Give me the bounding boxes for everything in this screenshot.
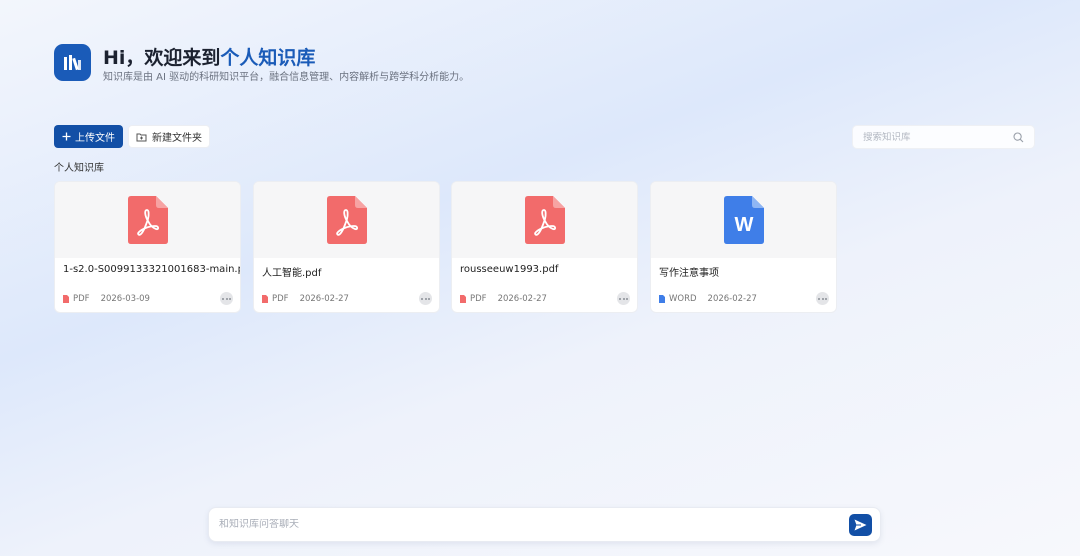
file-name: 人工智能.pdf [262, 268, 322, 279]
library-icon [63, 54, 81, 70]
page-subtitle: 知识库是由 AI 驱动的科研知识平台，融合信息管理、内容解析与跨学科分析能力。 [103, 72, 470, 83]
file-type: PDF [272, 294, 289, 304]
file-thumbnail: W [651, 182, 836, 258]
word-small-icon [659, 295, 665, 303]
section-title: 个人知识库 [54, 163, 104, 174]
file-date: 2026-02-27 [299, 294, 349, 304]
chat-box [208, 507, 881, 542]
pdf-small-icon [63, 295, 69, 303]
upload-file-button[interactable]: 上传文件 [54, 125, 123, 148]
word-icon: W [723, 196, 764, 244]
pdf-icon [326, 196, 367, 244]
file-name: 1-s2.0-S0099133321001683-main.pdf [63, 264, 241, 275]
file-type: PDF [470, 294, 487, 304]
folder-add-icon [136, 133, 147, 141]
more-options-button[interactable] [220, 292, 233, 305]
file-meta: PDF 2026-02-27 [460, 294, 547, 304]
file-thumbnail [452, 182, 637, 258]
file-meta: PDF 2026-03-09 [63, 294, 150, 304]
file-date: 2026-02-27 [707, 294, 757, 304]
file-date: 2026-03-09 [100, 294, 150, 304]
pdf-small-icon [460, 295, 466, 303]
title-accent: 个人知识库 [220, 47, 316, 69]
file-type: PDF [73, 294, 90, 304]
file-thumbnail [254, 182, 439, 258]
file-type: WORD [669, 294, 697, 304]
more-options-button[interactable] [419, 292, 432, 305]
svg-text:W: W [734, 214, 753, 236]
file-card[interactable]: W 写作注意事项 WORD 2026-02-27 [650, 181, 837, 313]
file-date: 2026-02-27 [497, 294, 547, 304]
search-box [852, 125, 1035, 149]
send-icon [854, 519, 867, 530]
send-button[interactable] [849, 513, 872, 536]
file-meta: WORD 2026-02-27 [659, 294, 757, 304]
file-name: 写作注意事项 [659, 268, 719, 279]
search-icon[interactable] [1013, 131, 1024, 143]
file-thumbnail [55, 182, 240, 258]
title-prefix: Hi，欢迎来到 [103, 47, 221, 69]
page-title: Hi，欢迎来到个人知识库 [103, 43, 315, 70]
upload-file-label: 上传文件 [75, 133, 115, 144]
more-options-button[interactable] [617, 292, 630, 305]
more-options-button[interactable] [816, 292, 829, 305]
file-name: rousseeuw1993.pdf [460, 264, 559, 275]
file-card[interactable]: 人工智能.pdf PDF 2026-02-27 [253, 181, 440, 313]
search-input[interactable] [863, 131, 1013, 143]
file-meta: PDF 2026-02-27 [262, 294, 349, 304]
pdf-icon [127, 196, 168, 244]
file-card[interactable]: 1-s2.0-S0099133321001683-main.pdf PDF 20… [54, 181, 241, 313]
pdf-small-icon [262, 295, 268, 303]
file-card[interactable]: rousseeuw1993.pdf PDF 2026-02-27 [451, 181, 638, 313]
chat-input[interactable] [219, 519, 849, 530]
pdf-icon [524, 196, 565, 244]
app-logo [54, 44, 91, 81]
new-folder-button[interactable]: 新建文件夹 [128, 125, 210, 148]
new-folder-label: 新建文件夹 [152, 133, 202, 144]
plus-icon [62, 132, 71, 141]
